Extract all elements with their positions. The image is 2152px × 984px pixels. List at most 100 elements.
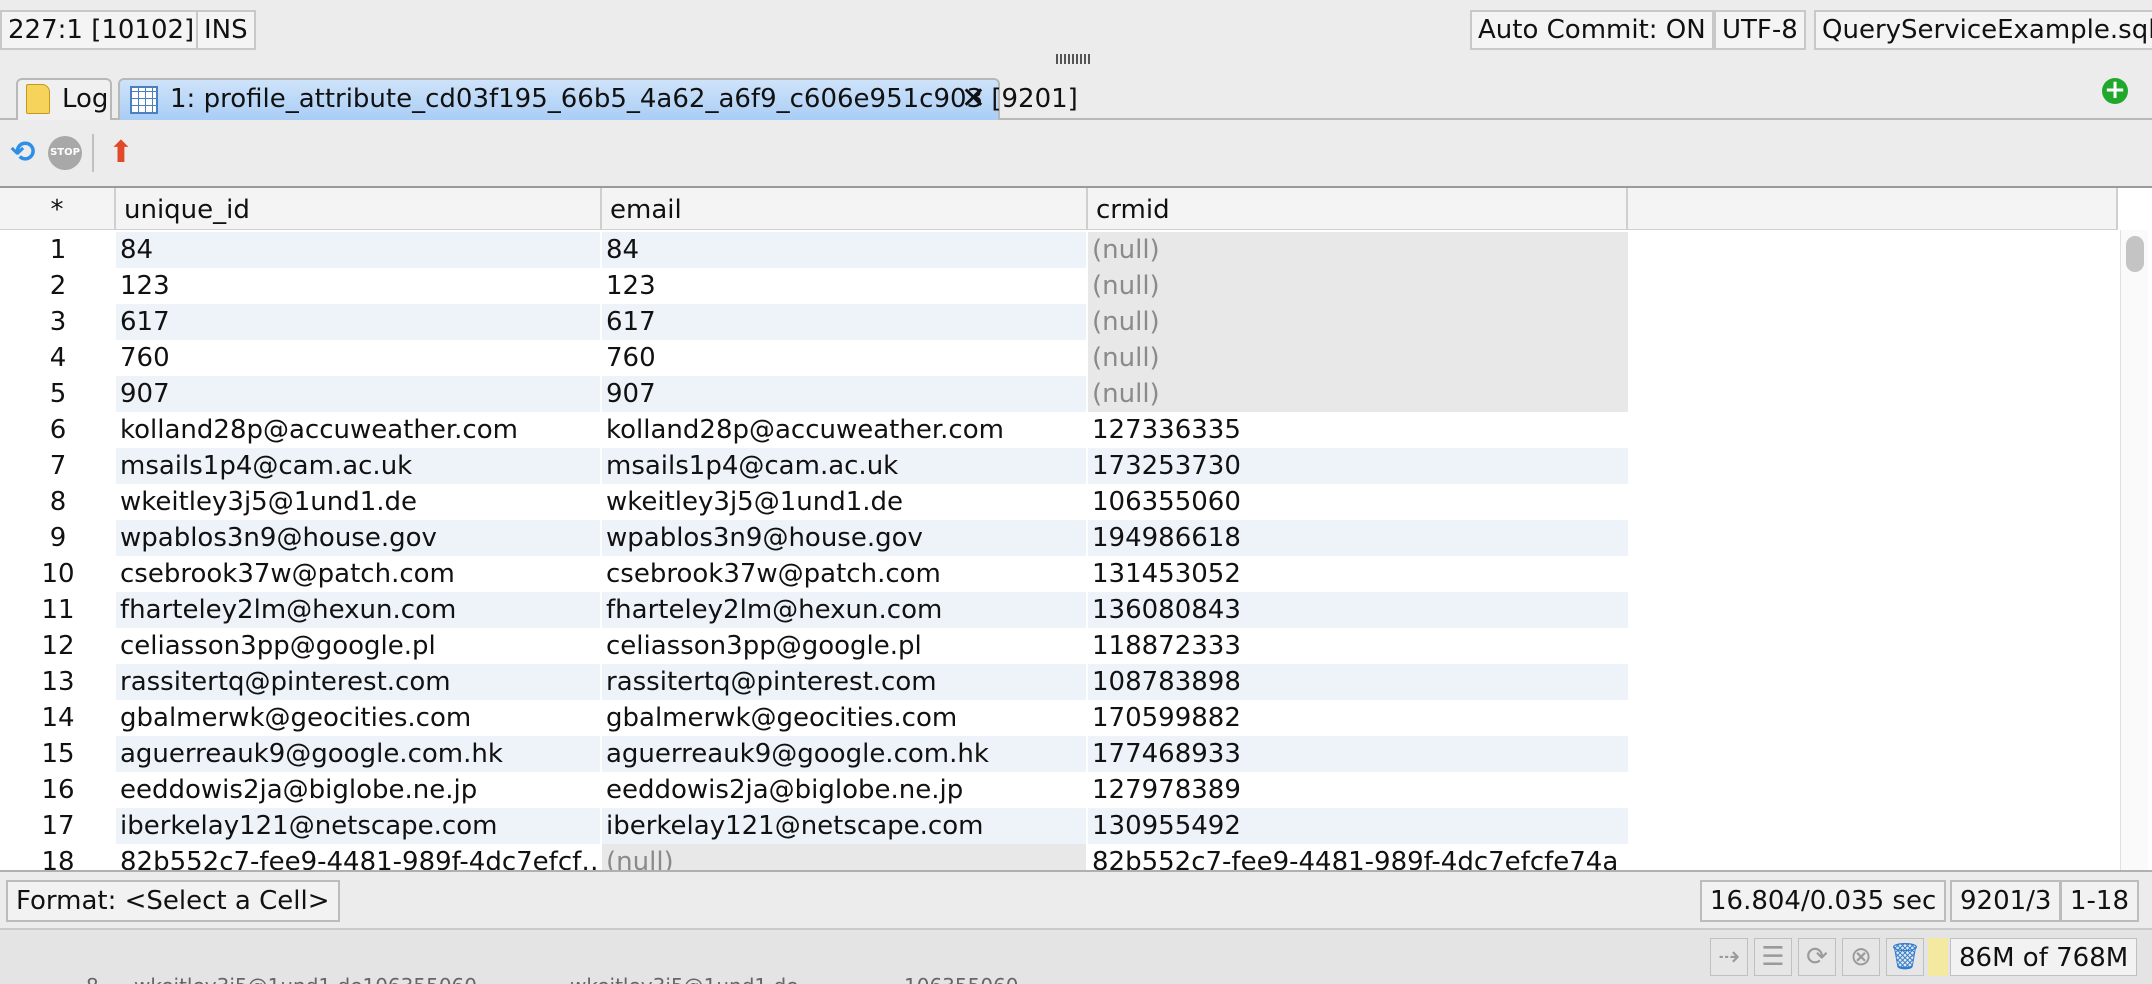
- refresh-icon[interactable]: ⟲: [6, 136, 40, 170]
- cell-crmid[interactable]: 177468933: [1088, 736, 1628, 772]
- memory-usage[interactable]: 86M of 768M: [1950, 938, 2138, 976]
- column-header-email[interactable]: email: [602, 188, 1088, 230]
- list-view-icon[interactable]: ☰: [1754, 938, 1792, 976]
- cell-email[interactable]: gbalmerwk@geocities.com: [602, 700, 1086, 736]
- cell-email[interactable]: wpablos3n9@house.gov: [602, 520, 1086, 556]
- row-number[interactable]: 18: [0, 844, 116, 870]
- cell-unique-id[interactable]: 123: [116, 268, 600, 304]
- cell-unique-id[interactable]: fharteley2lm@hexun.com: [116, 592, 600, 628]
- row-number[interactable]: 12: [0, 628, 116, 664]
- table-row[interactable]: 1 84 84 (null): [0, 232, 1628, 268]
- cell-email[interactable]: wkeitley3j5@1und1.de: [602, 484, 1086, 520]
- cell-email[interactable]: (null): [602, 844, 1086, 870]
- row-number[interactable]: 16: [0, 772, 116, 808]
- cell-email[interactable]: 617: [602, 304, 1086, 340]
- table-row[interactable]: 12 celiasson3pp@google.pl celiasson3pp@goo…: [0, 628, 1628, 664]
- table-row[interactable]: 8 wkeitley3j5@1und1.de wkeitley3j5@1und1.d…: [0, 484, 1628, 520]
- row-number[interactable]: 9: [0, 520, 116, 556]
- trash-icon[interactable]: 🗑: [1886, 938, 1924, 976]
- cell-unique-id[interactable]: 84: [116, 232, 600, 268]
- row-number[interactable]: 14: [0, 700, 116, 736]
- cell-unique-id[interactable]: 617: [116, 304, 600, 340]
- cell-email[interactable]: 907: [602, 376, 1086, 412]
- row-number[interactable]: 1: [0, 232, 116, 268]
- results-grid[interactable]: * unique_id email crmid 1 84 84 (null) 2 123 1…: [0, 186, 2152, 872]
- cell-email[interactable]: 84: [602, 232, 1086, 268]
- format-selector[interactable]: Format: <Select a Cell>: [6, 880, 340, 922]
- row-number[interactable]: 17: [0, 808, 116, 844]
- cell-crmid[interactable]: 108783898: [1088, 664, 1628, 700]
- table-row[interactable]: 2 123 123 (null): [0, 268, 1628, 304]
- sync-icon[interactable]: ⟳: [1798, 938, 1836, 976]
- cancel-icon[interactable]: ⊗: [1842, 938, 1880, 976]
- row-number[interactable]: 13: [0, 664, 116, 700]
- cell-crmid[interactable]: (null): [1088, 340, 1628, 376]
- table-row[interactable]: 3 617 617 (null): [0, 304, 1628, 340]
- export-icon[interactable]: ⬆: [104, 136, 138, 170]
- split-view-icon[interactable]: ⇢: [1710, 938, 1748, 976]
- cell-unique-id[interactable]: gbalmerwk@geocities.com: [116, 700, 600, 736]
- table-row[interactable]: 4 760 760 (null): [0, 340, 1628, 376]
- cell-email[interactable]: kolland28p@accuweather.com: [602, 412, 1086, 448]
- table-row[interactable]: 9 wpablos3n9@house.gov wpablos3n9@house.go…: [0, 520, 1628, 556]
- cell-crmid[interactable]: 127336335: [1088, 412, 1628, 448]
- cell-unique-id[interactable]: aguerreauk9@google.com.hk: [116, 736, 600, 772]
- cell-crmid[interactable]: (null): [1088, 376, 1628, 412]
- cell-email[interactable]: fharteley2lm@hexun.com: [602, 592, 1086, 628]
- table-row[interactable]: 6 kolland28p@accuweather.com kolland28p@ac…: [0, 412, 1628, 448]
- table-row[interactable]: 14 gbalmerwk@geocities.com gbalmerwk@geoci…: [0, 700, 1628, 736]
- cell-crmid[interactable]: 118872333: [1088, 628, 1628, 664]
- cell-crmid[interactable]: 106355060: [1088, 484, 1628, 520]
- cell-unique-id[interactable]: msails1p4@cam.ac.uk: [116, 448, 600, 484]
- auto-commit-indicator[interactable]: Auto Commit: ON: [1470, 10, 1714, 50]
- table-row[interactable]: 11 fharteley2lm@hexun.com fharteley2lm@hex…: [0, 592, 1628, 628]
- cell-crmid[interactable]: 127978389: [1088, 772, 1628, 808]
- cell-unique-id[interactable]: 907: [116, 376, 600, 412]
- column-header-crmid[interactable]: crmid: [1088, 188, 1628, 230]
- cell-unique-id[interactable]: 760: [116, 340, 600, 376]
- insert-mode-indicator[interactable]: INS: [196, 10, 256, 50]
- row-number[interactable]: 3: [0, 304, 116, 340]
- cell-email[interactable]: msails1p4@cam.ac.uk: [602, 448, 1086, 484]
- cell-unique-id[interactable]: wpablos3n9@house.gov: [116, 520, 600, 556]
- cell-email[interactable]: eeddowis2ja@biglobe.ne.jp: [602, 772, 1086, 808]
- table-row[interactable]: 13 rassitertq@pinterest.com rassitertq@pin…: [0, 664, 1628, 700]
- cell-crmid[interactable]: (null): [1088, 268, 1628, 304]
- cell-unique-id[interactable]: kolland28p@accuweather.com: [116, 412, 600, 448]
- row-number-header[interactable]: *: [0, 188, 116, 230]
- table-row[interactable]: 15 aguerreauk9@google.com.hk aguerreauk9@g…: [0, 736, 1628, 772]
- row-number[interactable]: 8: [0, 484, 116, 520]
- cell-unique-id[interactable]: eeddowis2ja@biglobe.ne.jp: [116, 772, 600, 808]
- cell-unique-id[interactable]: wkeitley3j5@1und1.de: [116, 484, 600, 520]
- cell-email[interactable]: 123: [602, 268, 1086, 304]
- table-row[interactable]: 17 iberkelay121@netscape.com iberkelay121@…: [0, 808, 1628, 844]
- cell-unique-id[interactable]: iberkelay121@netscape.com: [116, 808, 600, 844]
- tab-result[interactable]: 1: profile_attribute_cd03f195_66b5_4a62_…: [118, 78, 1078, 120]
- encoding-indicator[interactable]: UTF-8: [1714, 10, 1806, 50]
- column-header-unique-id[interactable]: unique_id: [116, 188, 602, 230]
- row-number[interactable]: 15: [0, 736, 116, 772]
- scrollbar-thumb[interactable]: [2126, 236, 2144, 272]
- row-number[interactable]: 4: [0, 340, 116, 376]
- row-number[interactable]: 11: [0, 592, 116, 628]
- splitter-grip-icon[interactable]: [1056, 54, 1092, 64]
- table-row[interactable]: 7 msails1p4@cam.ac.uk msails1p4@cam.ac.uk 1…: [0, 448, 1628, 484]
- cell-unique-id[interactable]: csebrook37w@patch.com: [116, 556, 600, 592]
- cell-email[interactable]: iberkelay121@netscape.com: [602, 808, 1086, 844]
- cell-crmid[interactable]: 136080843: [1088, 592, 1628, 628]
- row-number[interactable]: 2: [0, 268, 116, 304]
- stop-icon[interactable]: STOP: [48, 136, 82, 170]
- row-number[interactable]: 6: [0, 412, 116, 448]
- close-icon[interactable]: ✕: [961, 80, 986, 118]
- row-number[interactable]: 10: [0, 556, 116, 592]
- table-row[interactable]: 18 82b552c7-fee9-4481-989f-4dc7efcf… (null…: [0, 844, 1628, 870]
- cell-crmid[interactable]: 131453052: [1088, 556, 1628, 592]
- cell-crmid[interactable]: 173253730: [1088, 448, 1628, 484]
- cell-crmid[interactable]: 130955492: [1088, 808, 1628, 844]
- cell-unique-id[interactable]: rassitertq@pinterest.com: [116, 664, 600, 700]
- add-tab-icon[interactable]: +: [2102, 77, 2128, 104]
- cell-crmid[interactable]: 82b552c7-fee9-4481-989f-4dc7efcfe74a: [1088, 844, 1628, 870]
- cell-email[interactable]: 760: [602, 340, 1086, 376]
- cell-email[interactable]: celiasson3pp@google.pl: [602, 628, 1086, 664]
- cell-email[interactable]: rassitertq@pinterest.com: [602, 664, 1086, 700]
